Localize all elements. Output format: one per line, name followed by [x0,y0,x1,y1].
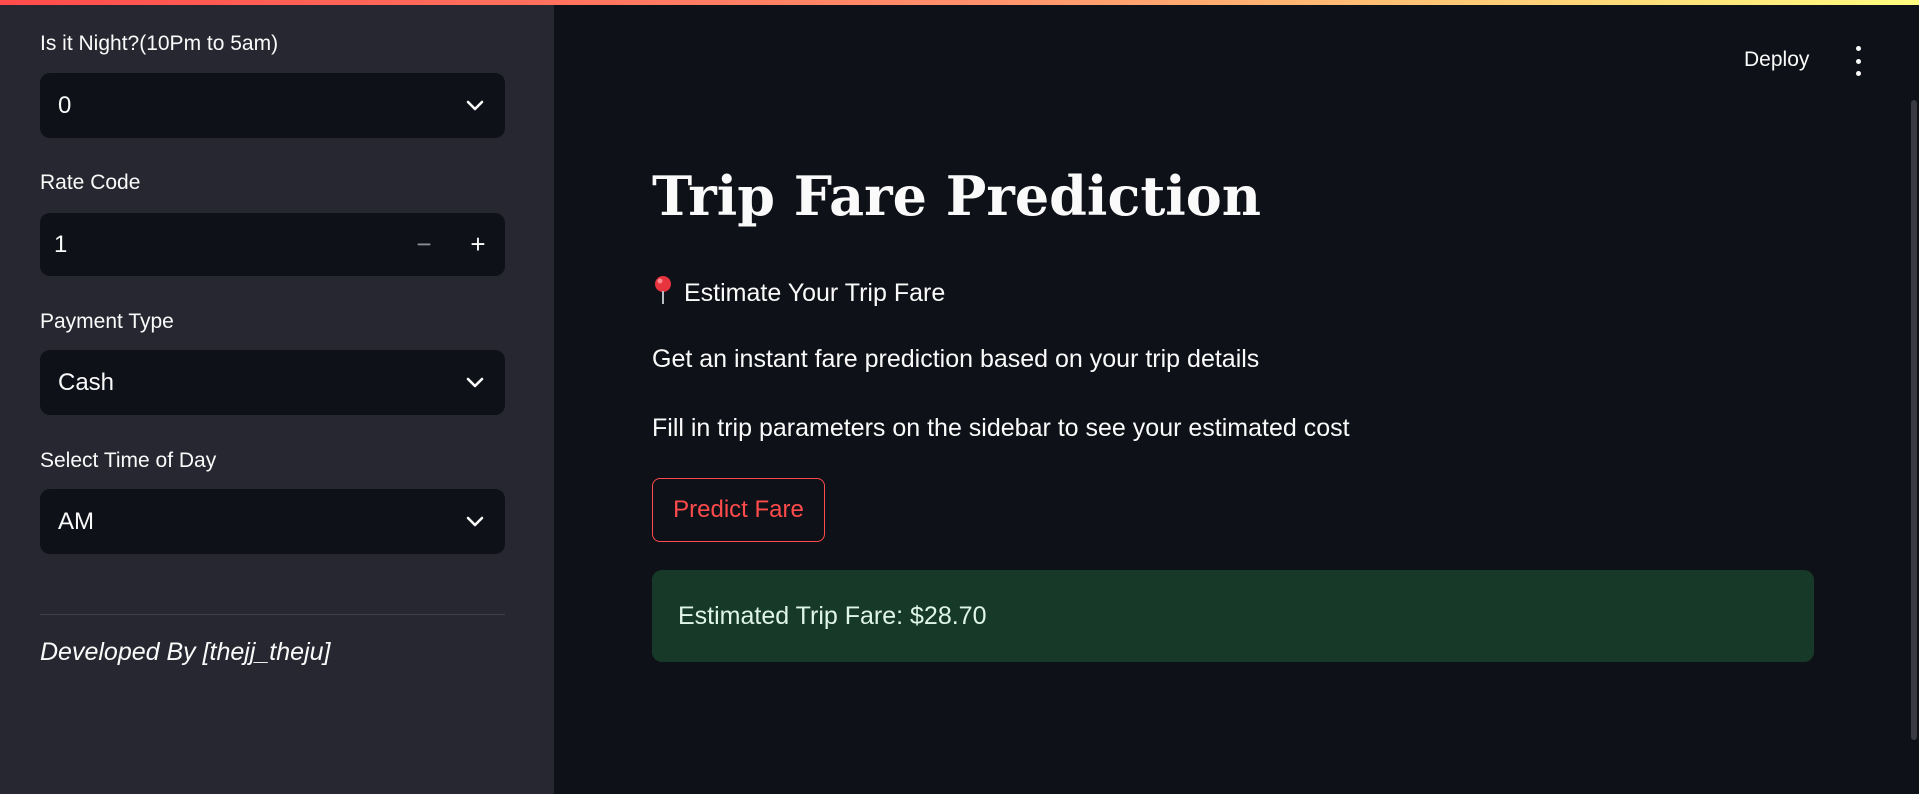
pushpin-icon [652,275,674,312]
developer-credit: Developed By [thejj_theju] [40,638,331,666]
page-title: Trip Fare Prediction [652,164,1262,228]
deploy-button[interactable]: Deploy [1744,48,1809,72]
night-label: Is it Night?(10Pm to 5am) [40,32,279,55]
night-select-value: 0 [58,91,72,119]
main-content [554,0,1919,794]
payment-type-select[interactable]: Cash [40,350,505,415]
top-decoration-bar [0,0,1919,5]
chevron-down-icon [463,510,487,534]
kebab-menu-icon[interactable] [1848,46,1868,76]
chevron-down-icon [463,94,487,118]
time-of-day-select[interactable]: AM [40,489,505,554]
predict-fare-button[interactable]: Predict Fare [652,478,825,542]
chevron-down-icon [463,371,487,395]
result-text: Estimated Trip Fare: $28.70 [678,601,987,630]
increment-button[interactable]: + [451,213,505,276]
sidebar: Is it Night?(10Pm to 5am) 0 Rate Code 1 … [0,0,554,794]
payment-type-label: Payment Type [40,310,174,333]
sidebar-divider [40,614,505,615]
subheading-text: Estimate Your Trip Fare [684,279,946,307]
rate-code-input[interactable]: 1 [40,231,397,259]
description-text: Get an instant fare prediction based on … [652,345,1260,373]
time-of-day-label: Select Time of Day [40,449,217,472]
scrollbar[interactable] [1911,100,1917,740]
time-of-day-select-value: AM [58,507,94,535]
decrement-button[interactable]: − [397,213,451,276]
subheading: Estimate Your Trip Fare [652,275,945,312]
rate-code-stepper: 1 − + [40,213,505,276]
result-alert: Estimated Trip Fare: $28.70 [652,570,1814,662]
night-select[interactable]: 0 [40,73,505,138]
instruction-text: Fill in trip parameters on the sidebar t… [652,414,1350,442]
payment-type-select-value: Cash [58,368,115,396]
rate-code-label: Rate Code [40,171,141,194]
